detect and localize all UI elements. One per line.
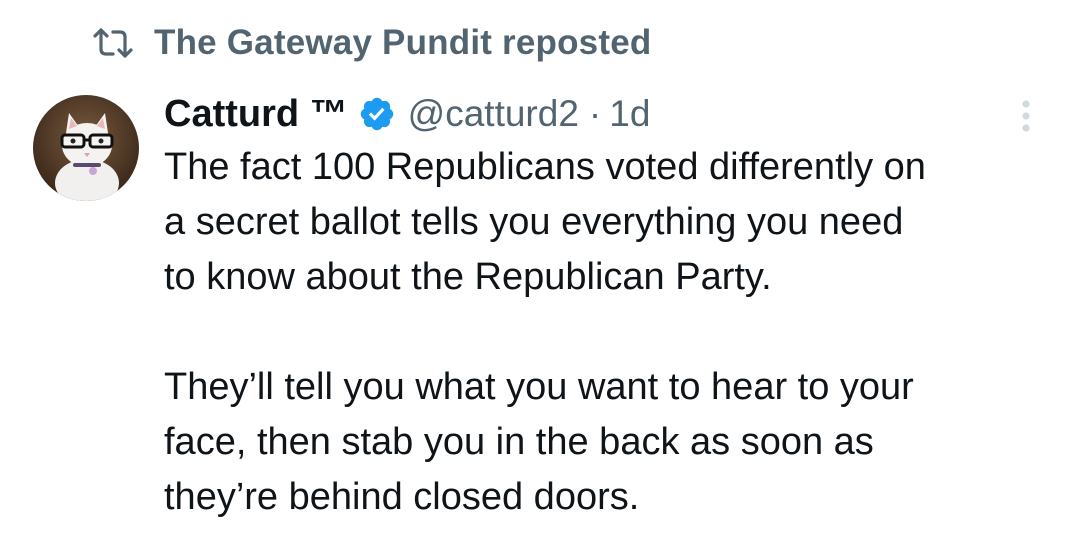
- tweet-line: The fact 100 Republicans voted different…: [164, 146, 926, 188]
- avatar[interactable]: [33, 95, 139, 201]
- tweet-line: a secret ballot tells you everything you…: [164, 201, 904, 243]
- tweet-line: to know about the Republican Party.: [164, 256, 772, 298]
- verified-badge-icon[interactable]: [358, 95, 396, 133]
- display-name[interactable]: Catturd ™: [164, 93, 348, 136]
- tweet-line: They’ll tell you what you want to hear t…: [164, 366, 914, 408]
- repost-label: The Gateway Pundit reposted: [154, 23, 652, 62]
- repost-context[interactable]: The Gateway Pundit reposted: [92, 20, 651, 66]
- cat-avatar-image: [33, 95, 139, 201]
- repost-icon: [93, 28, 133, 58]
- timestamp[interactable]: 1d: [609, 93, 650, 135]
- tweet-header: Catturd ™ @catturd2 · 1d: [164, 86, 650, 142]
- tweet-line: face, then stab you in the back as soon …: [164, 421, 874, 463]
- tweet-line: they’re behind closed doors.: [164, 476, 640, 518]
- user-handle[interactable]: @catturd2: [408, 93, 579, 135]
- separator-dot: ·: [588, 93, 602, 134]
- tweet-text: The fact 100 Republicans voted different…: [164, 140, 1064, 525]
- more-options-icon[interactable]: [1013, 96, 1039, 136]
